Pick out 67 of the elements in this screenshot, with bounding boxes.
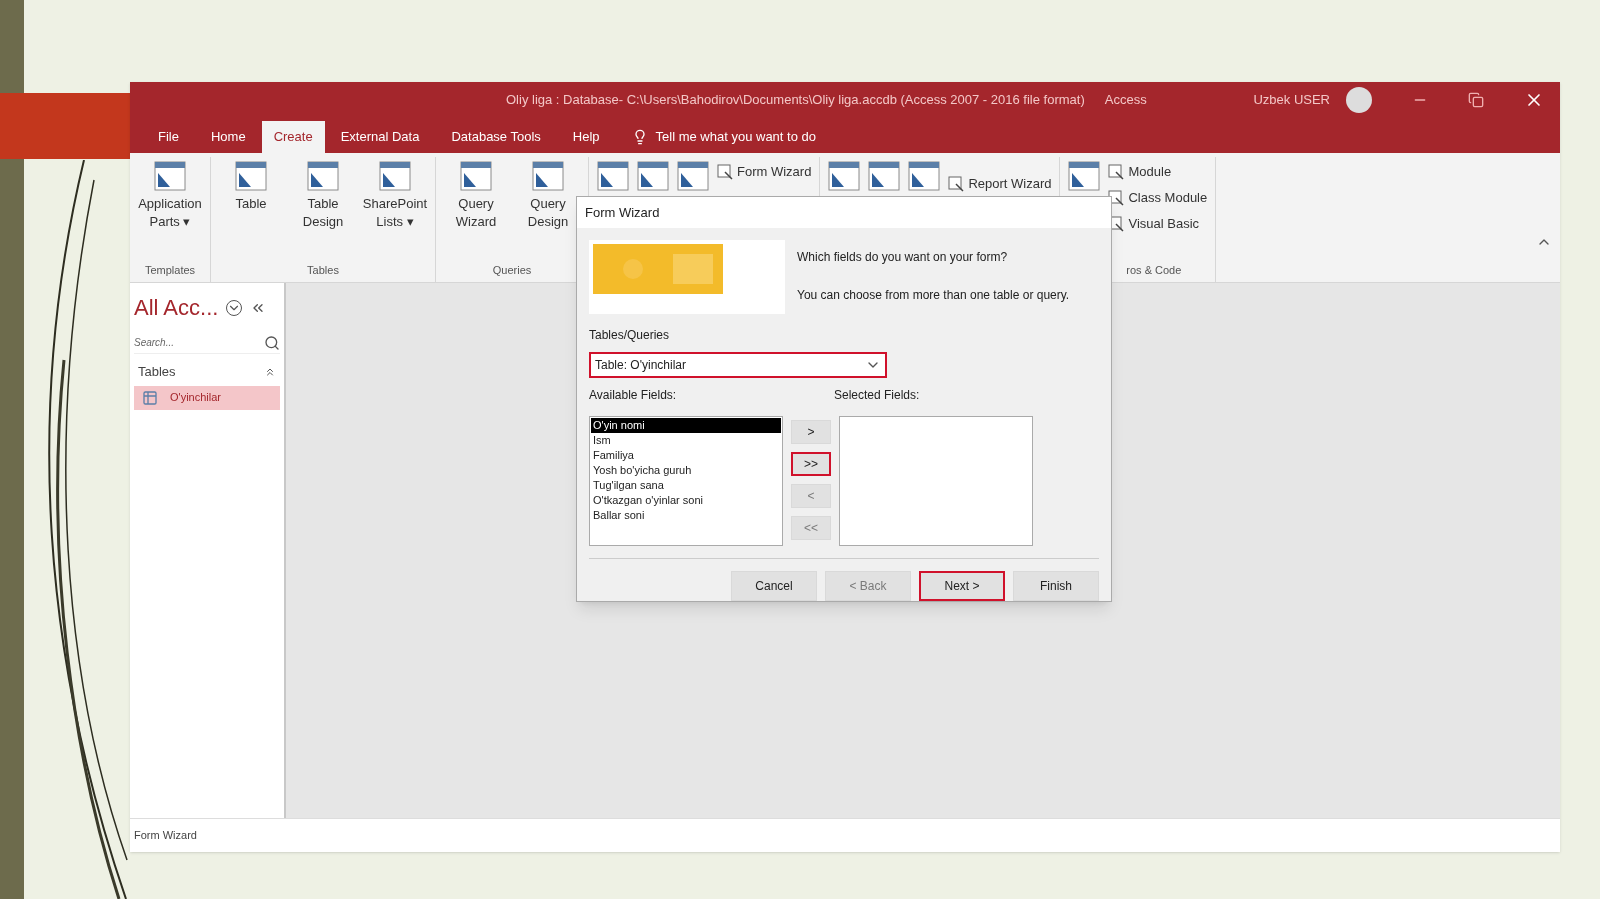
group-label: Tables — [306, 262, 340, 278]
ribbon-icon — [908, 161, 941, 191]
search-field[interactable]: Search... — [134, 332, 280, 354]
field-item[interactable]: Ballar soni — [591, 508, 781, 523]
ribbon-button[interactable]: Class Module — [1108, 187, 1208, 209]
wizard-icon — [948, 176, 965, 192]
ribbon-icon — [532, 161, 564, 191]
ribbon-icon — [460, 161, 492, 191]
app-name: Access — [1104, 91, 1147, 110]
ribbon-icon — [637, 161, 669, 191]
user-name: Uzbek USER — [1253, 91, 1330, 110]
table-item[interactable]: O'yinchilar — [134, 385, 280, 410]
tell-me-field[interactable]: Tell me what you want to do — [655, 127, 816, 147]
group-label: Templates — [143, 262, 197, 278]
field-item[interactable]: O'yin nomi — [591, 418, 781, 433]
ribbon-button[interactable]: Module — [1108, 161, 1208, 183]
move-button[interactable]: > — [791, 420, 831, 444]
ribbon-icon — [868, 161, 901, 191]
dialog-title: Form Wizard — [585, 203, 660, 222]
field-label: Available Fields: — [589, 387, 678, 404]
tables-dropdown[interactable]: Table: O'yinchilar — [589, 352, 887, 378]
ribbon-button[interactable]: Table — [219, 157, 283, 213]
field-label: Selected Fields: — [834, 387, 920, 404]
group-label: ros & Code — [1125, 262, 1183, 278]
ribbon-button[interactable]: Form Wizard — [717, 161, 812, 183]
ribbon-icon — [597, 161, 629, 191]
field-item[interactable]: O'tkazgan o'yinlar soni — [591, 493, 781, 508]
field-item[interactable]: Tug'ilgan sana — [591, 478, 781, 493]
ribbon-button[interactable]: SharePoint Lists ▾ — [363, 157, 427, 231]
pane-title: All Acc... — [134, 294, 219, 322]
window-title: Oliy liga : Database- C:\Users\Bahodirov\Documents\Oliy liga.accdb (Access 2007 - 2016 file format) — [506, 91, 1085, 110]
ribbon-button[interactable]: Query Wizard — [444, 157, 508, 231]
ribbon-icon — [677, 161, 709, 191]
dialog-button[interactable]: Finish — [1013, 571, 1099, 601]
dialog-button[interactable]: Next > — [919, 571, 1005, 601]
status-text: Form Wizard — [134, 828, 197, 844]
avatar-icon — [1346, 87, 1372, 113]
ribbon-icon — [1068, 161, 1101, 191]
field-item[interactable]: Familiya — [591, 448, 781, 463]
ribbon-icon — [307, 161, 339, 191]
ribbon-icon — [235, 161, 267, 191]
wizard-icon — [1108, 164, 1125, 180]
ribbon-icon — [828, 161, 861, 191]
ribbon-button[interactable]: Table Design — [291, 157, 355, 231]
ribbon-button[interactable]: Report Wizard — [948, 173, 1052, 195]
ribbon-tab[interactable]: Help — [556, 121, 616, 153]
dialog-button[interactable]: Cancel — [731, 571, 817, 601]
search-icon[interactable] — [264, 334, 280, 351]
ribbon-tab[interactable]: File — [142, 121, 195, 153]
prompt-text: Which fields do you want on your form? — [797, 249, 1009, 266]
section-header: Tables — [138, 363, 177, 381]
field-label: Tables/Queries — [589, 327, 671, 344]
ribbon-tab[interactable]: Database Tools — [435, 121, 557, 153]
ribbon-icon — [154, 161, 186, 191]
restore-icon[interactable] — [1468, 92, 1484, 108]
group-label: Queries — [491, 262, 533, 278]
ribbon-button[interactable]: Application Parts ▾ — [138, 157, 202, 231]
hint-text: You can choose from more than one table or query. — [797, 287, 1070, 304]
ribbon-tab[interactable]: Create — [261, 121, 325, 153]
ribbon-tab[interactable]: Home — [194, 121, 262, 153]
field-item[interactable]: Ism — [591, 433, 781, 448]
move-button[interactable]: >> — [791, 452, 831, 476]
ribbon-icon — [379, 161, 411, 191]
wizard-icon — [717, 164, 733, 180]
ribbon-tab[interactable]: External Data — [324, 121, 436, 153]
table-icon — [142, 389, 158, 406]
field-item[interactable]: Yosh bo'yicha guruh — [591, 463, 781, 478]
